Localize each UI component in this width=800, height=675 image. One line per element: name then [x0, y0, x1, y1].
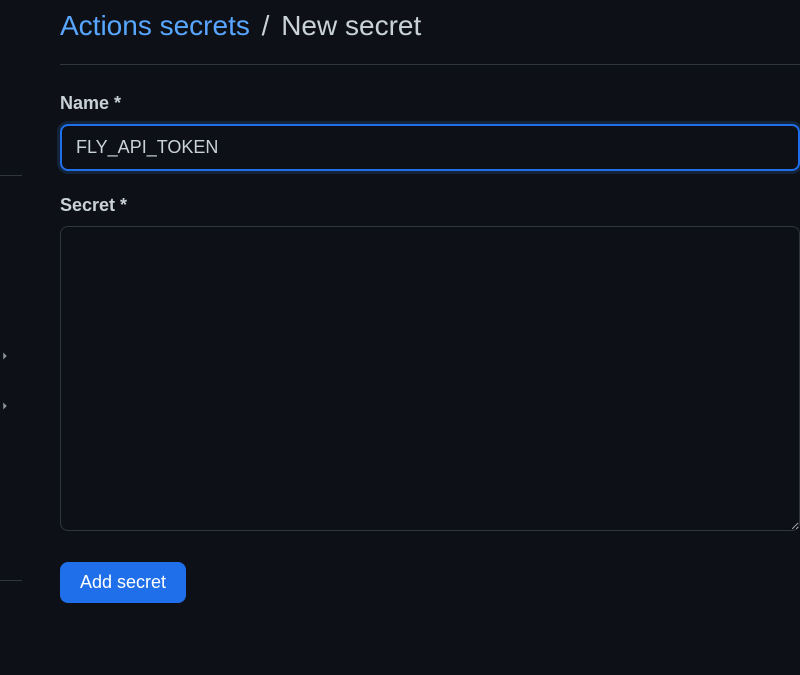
add-secret-button[interactable]: Add secret — [60, 562, 186, 603]
name-input[interactable] — [60, 124, 800, 171]
main-content: Actions secrets / New secret Name * Secr… — [0, 0, 800, 603]
header-divider — [60, 64, 800, 65]
breadcrumb-separator: / — [262, 10, 270, 41]
secret-label: Secret * — [60, 195, 800, 216]
secret-field-group: Secret * — [60, 195, 800, 536]
name-label: Name * — [60, 93, 800, 114]
name-field-group: Name * — [60, 93, 800, 171]
breadcrumb: Actions secrets / New secret — [60, 10, 800, 54]
secret-textarea[interactable] — [60, 226, 800, 531]
breadcrumb-parent-link[interactable]: Actions secrets — [60, 10, 250, 41]
breadcrumb-current: New secret — [281, 10, 421, 41]
new-secret-form: Name * Secret * Add secret — [60, 93, 800, 603]
